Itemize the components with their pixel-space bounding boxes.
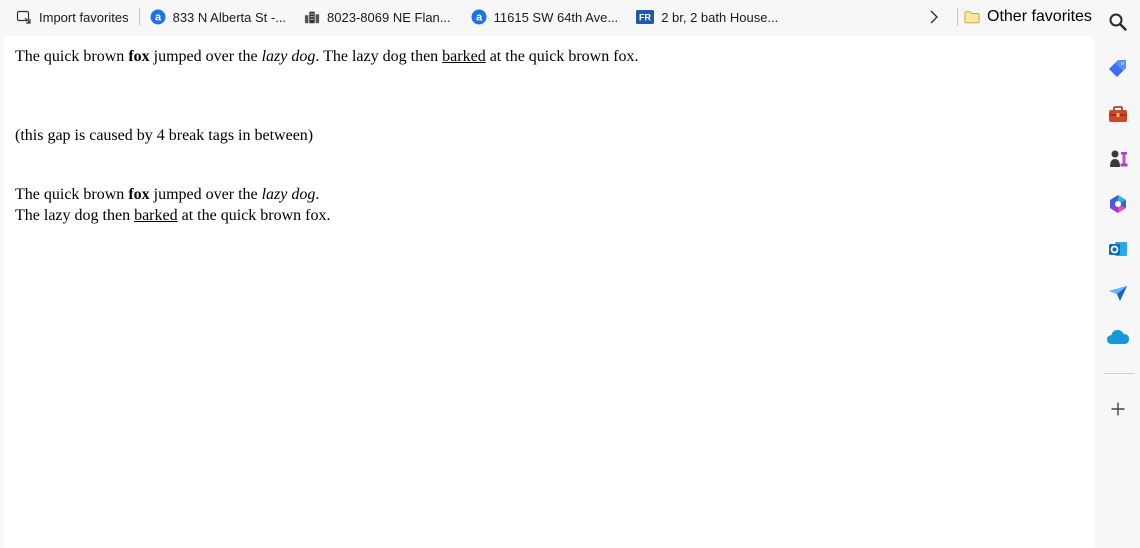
more-favorites-chevron[interactable] bbox=[922, 4, 946, 30]
fr-badge-icon: FR bbox=[636, 9, 655, 25]
favorite-item-label: 11615 SW 64th Ave... bbox=[493, 9, 619, 25]
favorite-item-4[interactable]: FR 2 br, 2 bath House... bbox=[630, 4, 784, 30]
italic-text: lazy dog bbox=[261, 186, 316, 203]
site-a-icon: a bbox=[150, 9, 166, 25]
tools-icon[interactable] bbox=[1106, 102, 1130, 126]
underlined-text: barked bbox=[442, 48, 486, 65]
import-favorites-label: Import favorites bbox=[39, 9, 129, 25]
add-icon[interactable] bbox=[1106, 397, 1130, 421]
svg-text:a: a bbox=[155, 12, 162, 24]
bold-text: fox bbox=[128, 186, 150, 203]
outlook-icon[interactable] bbox=[1106, 237, 1130, 261]
favorite-item-3[interactable]: a 11615 SW 64th Ave... bbox=[465, 4, 625, 30]
gap-note: (this gap is caused by 4 break tags in b… bbox=[15, 127, 314, 144]
favorite-item-1[interactable]: a 833 N Alberta St -... bbox=[144, 4, 292, 30]
other-favorites-label: Other favorites bbox=[987, 8, 1092, 25]
sidebar-separator bbox=[1104, 373, 1134, 374]
bold-text: fox bbox=[128, 48, 150, 65]
favorite-item-label: 2 br, 2 bath House... bbox=[661, 9, 779, 25]
copilot-icon[interactable] bbox=[1106, 192, 1130, 216]
games-icon[interactable] bbox=[1106, 147, 1130, 171]
cloud-icon[interactable] bbox=[1106, 325, 1130, 349]
favorite-item-label: 833 N Alberta St -... bbox=[172, 9, 287, 25]
paragraph-line-3: The lazy dog then barked at the quick br… bbox=[15, 207, 331, 224]
paragraph-line-1: The quick brown fox jumped over the lazy… bbox=[15, 48, 639, 65]
building-icon bbox=[304, 9, 320, 25]
search-icon[interactable] bbox=[1106, 10, 1130, 34]
chevron-right-icon bbox=[930, 10, 938, 24]
underlined-text: barked bbox=[134, 207, 178, 224]
folder-icon bbox=[964, 9, 980, 25]
shopping-tag-icon[interactable] bbox=[1106, 56, 1130, 80]
paragraph-line-2: The quick brown fox jumped over the lazy… bbox=[15, 186, 320, 203]
favorite-item-2[interactable]: 8023-8069 NE Flan... bbox=[298, 4, 457, 30]
import-favorites-button[interactable]: Import favorites bbox=[10, 4, 135, 30]
page-content: The quick brown fox jumped over the lazy… bbox=[4, 36, 1095, 548]
favorite-item-label: 8023-8069 NE Flan... bbox=[327, 9, 451, 25]
svg-text:a: a bbox=[476, 12, 483, 24]
import-favorites-icon bbox=[16, 9, 32, 25]
edge-sidebar bbox=[1096, 0, 1140, 548]
italic-text: lazy dog bbox=[261, 48, 316, 65]
other-favorites-button[interactable]: Other favorites bbox=[958, 4, 1098, 30]
send-icon[interactable] bbox=[1106, 281, 1130, 305]
favorites-separator bbox=[138, 8, 140, 26]
fr-badge-text: FR bbox=[639, 13, 651, 23]
site-a-icon: a bbox=[471, 9, 487, 25]
